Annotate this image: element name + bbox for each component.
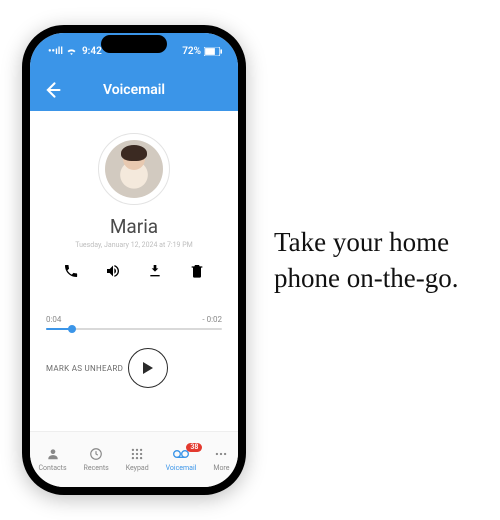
voicemail-detail: Maria Tuesday, January 12, 2024 at 7:19 …: [30, 111, 238, 431]
download-icon[interactable]: [147, 263, 163, 279]
tab-more[interactable]: More: [213, 447, 229, 472]
tab-voicemail[interactable]: 38 Voicemail: [166, 447, 197, 472]
phone-frame: ••ıll 9:42 72% Voicemail Maria Tuesday, …: [22, 25, 246, 495]
contacts-icon: [45, 447, 61, 461]
tab-contacts[interactable]: Contacts: [38, 447, 66, 472]
tab-label: Recents: [84, 464, 109, 472]
recents-icon: [88, 447, 104, 461]
audio-player: 0:04 - 0:02 MARK AS UNHEARD: [46, 315, 222, 388]
keypad-icon: [129, 447, 145, 461]
action-row: [63, 263, 205, 279]
tab-label: Contacts: [38, 464, 66, 472]
phone-screen: ••ıll 9:42 72% Voicemail Maria Tuesday, …: [30, 33, 238, 487]
signal-icon: ••ıll: [48, 46, 63, 57]
progress-thumb[interactable]: [68, 325, 76, 333]
page-title: Voicemail: [42, 82, 226, 98]
tab-recents[interactable]: Recents: [84, 447, 109, 472]
battery-pct: 72%: [182, 46, 201, 57]
tab-label: Keypad: [126, 464, 149, 472]
call-icon[interactable]: [63, 263, 79, 279]
contact-avatar: [105, 140, 163, 198]
tab-label: More: [213, 464, 229, 472]
voicemail-timestamp: Tuesday, January 12, 2024 at 7:19 PM: [75, 241, 193, 249]
trash-icon[interactable]: [189, 263, 205, 279]
mark-unheard-button[interactable]: MARK AS UNHEARD: [46, 364, 123, 373]
marketing-tagline: Take your home phone on-the-go.: [274, 224, 474, 297]
more-icon: [213, 447, 229, 461]
play-icon: [142, 361, 154, 375]
battery-icon: [204, 47, 222, 56]
tab-keypad[interactable]: Keypad: [126, 447, 149, 472]
tab-label: Voicemail: [166, 464, 197, 472]
device-notch: [101, 35, 167, 53]
progress-track[interactable]: [46, 328, 222, 330]
speaker-icon[interactable]: [105, 263, 121, 279]
contact-name: Maria: [110, 215, 158, 238]
play-button[interactable]: [128, 348, 168, 388]
avatar-container[interactable]: [98, 133, 170, 205]
wifi-icon: [66, 47, 77, 55]
app-header: Voicemail: [30, 69, 238, 111]
voicemail-badge: 38: [186, 443, 202, 452]
status-time: 9:42: [82, 46, 102, 57]
tab-bar: Contacts Recents Keypad 38 Voicemail Mor…: [30, 431, 238, 487]
elapsed-time: 0:04: [46, 315, 61, 324]
remaining-time: - 0:02: [202, 315, 222, 324]
